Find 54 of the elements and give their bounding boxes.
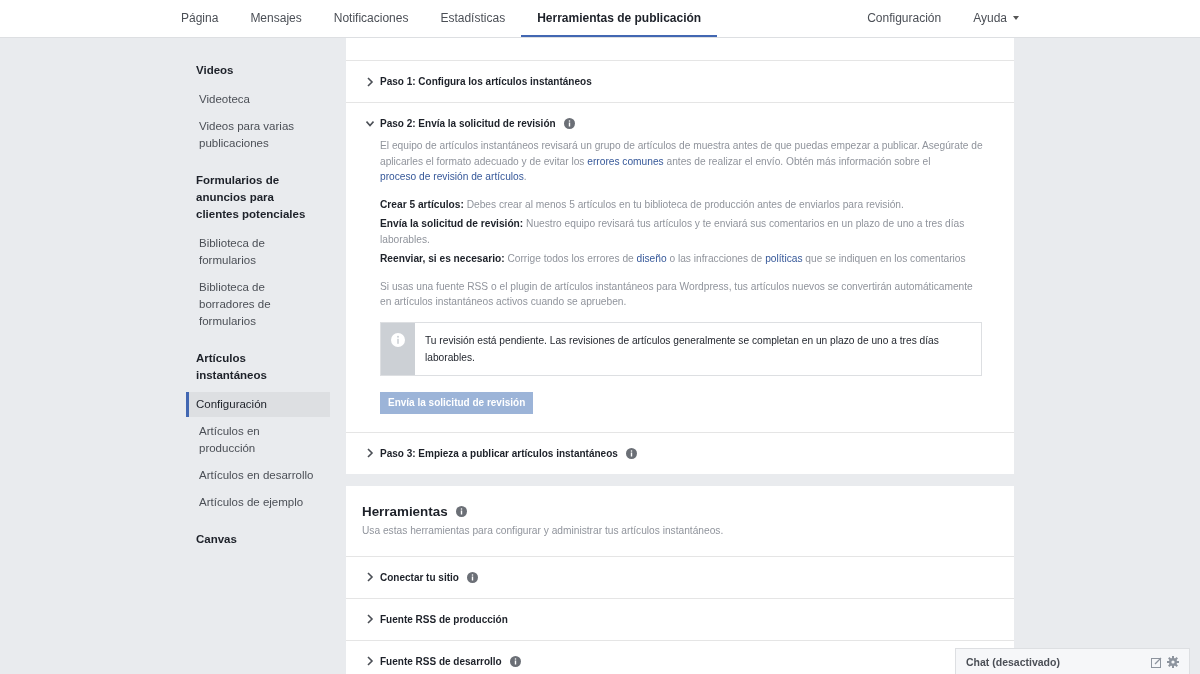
text-link[interactable]: errores comunes xyxy=(587,155,664,167)
sidebar-item[interactable]: Artículos de ejemplo xyxy=(186,490,330,515)
nav-tab[interactable]: Página xyxy=(165,0,235,37)
tool-title: Conectar tu sitio xyxy=(380,571,459,583)
sidebar-heading: Canvas xyxy=(195,532,238,547)
notice-text: Tu revisión está pendiente. Las revisiones de artículos generalmente se completan en un plazo de uno a tres días laborables. xyxy=(424,333,940,365)
sidebar-item[interactable]: Biblioteca de borradores de formularios xyxy=(186,275,330,334)
chevron-icon xyxy=(366,572,374,582)
step-header[interactable]: Paso 3: Empieza a publicar artículos instantáneos xyxy=(346,432,1014,474)
step-header[interactable]: Paso 1: Configura los artículos instantáneos xyxy=(346,61,1014,102)
step-title: Paso 2: Envía la solicitud de revisión xyxy=(380,118,556,129)
step-description: El equipo de artículos instantáneos revisará un grupo de artículos de muestra antes de que puedas empezar a publicar. Asegúrate de aplicarles el formato adecuado y de evitar los errores comunes antes de realizar el envío. Obtén más información sobre el proceso de revisión de artículos. xyxy=(380,139,984,184)
sidebar-item[interactable]: Artículos en desarrollo xyxy=(186,463,330,488)
text-link[interactable]: políticas xyxy=(765,253,803,264)
sidebar-item[interactable]: Videoteca xyxy=(186,87,330,112)
chevron-icon xyxy=(366,76,374,87)
chevron-icon xyxy=(366,448,374,458)
sidebar-item[interactable]: Configuración xyxy=(186,392,330,417)
nav-link[interactable]: Configuración xyxy=(851,0,958,37)
step-title: Paso 3: Empieza a publicar artículos instantáneos xyxy=(380,447,618,459)
tool-header[interactable]: Fuente RSS de producción xyxy=(346,598,524,640)
info-icon xyxy=(391,332,405,347)
sidebar-item[interactable]: Biblioteca de formularios xyxy=(186,231,330,273)
info-icon xyxy=(455,505,467,517)
tool-header[interactable]: Fuente RSS de desarrollo xyxy=(346,640,537,674)
note-text: Si usas una fuente RSS o el plugin de artículos instantáneos para Wordpress, tus artículos nuevos se convertirán automáticamente en artículos instantáneos activos cuando se aprueben. xyxy=(380,279,974,309)
sidebar-heading: Artículos instantáneos xyxy=(195,351,268,383)
settings-icon[interactable] xyxy=(1167,656,1179,668)
tool-header[interactable]: Conectar tu sitio xyxy=(346,556,494,598)
text-link[interactable]: proceso de revisión de artículos xyxy=(380,171,524,182)
requirement-text: Envía la solicitud de revisión: Nuestro equipo revisará tus artículos y te enviará sus comentarios en un plazo de uno a tres días laborables. xyxy=(380,217,966,247)
sidebar-item[interactable]: Videos para varias publicaciones xyxy=(186,114,330,156)
nav-tab[interactable]: Mensajes xyxy=(234,0,318,37)
step-title: Paso 1: Configura los artículos instantáneos xyxy=(380,76,592,87)
sidebar-heading: Videos xyxy=(195,63,235,78)
requirement-text: Reenviar, si es necesario: Corrige todos los errores de diseño o las infracciones de políticas que se indiquen en los comentarios xyxy=(380,252,967,266)
requirement-text: Crear 5 artículos: Debes crear al menos 5 artículos en tu biblioteca de producción antes de enviarlos para revisión. xyxy=(380,197,905,212)
caret-icon xyxy=(1013,15,1019,20)
sidebar-heading: Formularios de anuncios para clientes potenciales xyxy=(195,173,307,222)
section-title: Herramientas xyxy=(362,503,448,519)
tool-title: Fuente RSS de desarrollo xyxy=(380,655,502,667)
nav-tab[interactable]: Estadísticas xyxy=(424,0,522,37)
nav-tab[interactable]: Notificaciones xyxy=(317,0,425,37)
chevron-icon xyxy=(366,118,374,129)
chevron-icon xyxy=(366,656,374,666)
chat-label: Chat (desactivado) xyxy=(966,656,1061,668)
text-link[interactable]: diseño xyxy=(636,253,667,264)
chevron-icon xyxy=(366,614,374,624)
chat-bar[interactable]: Chat (desactivado) xyxy=(955,648,1190,674)
section-subtitle: Usa estas herramientas para configurar y administrar tus artículos instantáneos. xyxy=(362,524,725,536)
tool-title: Fuente RSS de producción xyxy=(380,613,508,625)
help-menu[interactable]: Ayuda xyxy=(957,0,1035,37)
compose-icon[interactable] xyxy=(1151,656,1162,668)
sidebar-item[interactable]: Artículos en producción xyxy=(186,419,330,461)
